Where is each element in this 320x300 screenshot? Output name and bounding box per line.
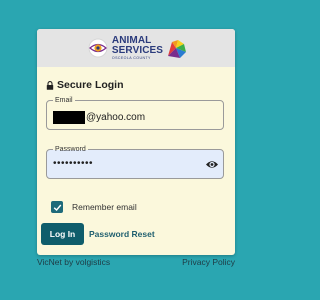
email-domain: @yahoo.com bbox=[86, 112, 146, 123]
remember-email-checkbox[interactable] bbox=[51, 201, 63, 213]
password-field[interactable]: Password •••••••••• bbox=[46, 145, 224, 179]
animal-services-logo: ANIMAL SERVICES OSCEOLA COUNTY bbox=[88, 35, 188, 61]
password-reset-link[interactable]: Password Reset bbox=[89, 229, 155, 239]
check-icon bbox=[53, 204, 61, 211]
show-password-eye-icon[interactable] bbox=[205, 159, 219, 170]
title-text: Secure Login bbox=[57, 79, 124, 91]
email-field[interactable]: Email @yahoo.com bbox=[46, 96, 224, 130]
vicnet-brand[interactable]: VicNet by volgistics bbox=[37, 257, 110, 267]
remember-email-row[interactable]: Remember email bbox=[51, 201, 137, 213]
log-in-button[interactable]: Log In bbox=[41, 223, 84, 245]
eye-logo-icon bbox=[88, 38, 108, 58]
logo-header: ANIMAL SERVICES OSCEOLA COUNTY bbox=[37, 29, 235, 67]
secure-login-title: Secure Login bbox=[46, 79, 124, 91]
login-card: ANIMAL SERVICES OSCEOLA COUNTY Secure Lo… bbox=[37, 29, 235, 255]
email-value: @yahoo.com bbox=[53, 111, 145, 124]
password-value: •••••••••• bbox=[53, 158, 94, 169]
logo-line-services: SERVICES bbox=[111, 44, 164, 56]
lock-icon bbox=[46, 80, 54, 90]
remember-email-label: Remember email bbox=[72, 202, 137, 212]
logo-line-county: OSCEOLA COUNTY bbox=[111, 55, 151, 60]
email-label: Email bbox=[53, 96, 75, 105]
password-label: Password bbox=[53, 145, 88, 154]
privacy-policy-link[interactable]: Privacy Policy bbox=[182, 257, 235, 267]
animals-logo-icon bbox=[168, 40, 187, 58]
logo-text: ANIMAL SERVICES OSCEOLA COUNTY bbox=[111, 35, 164, 61]
redacted-block bbox=[53, 111, 85, 124]
